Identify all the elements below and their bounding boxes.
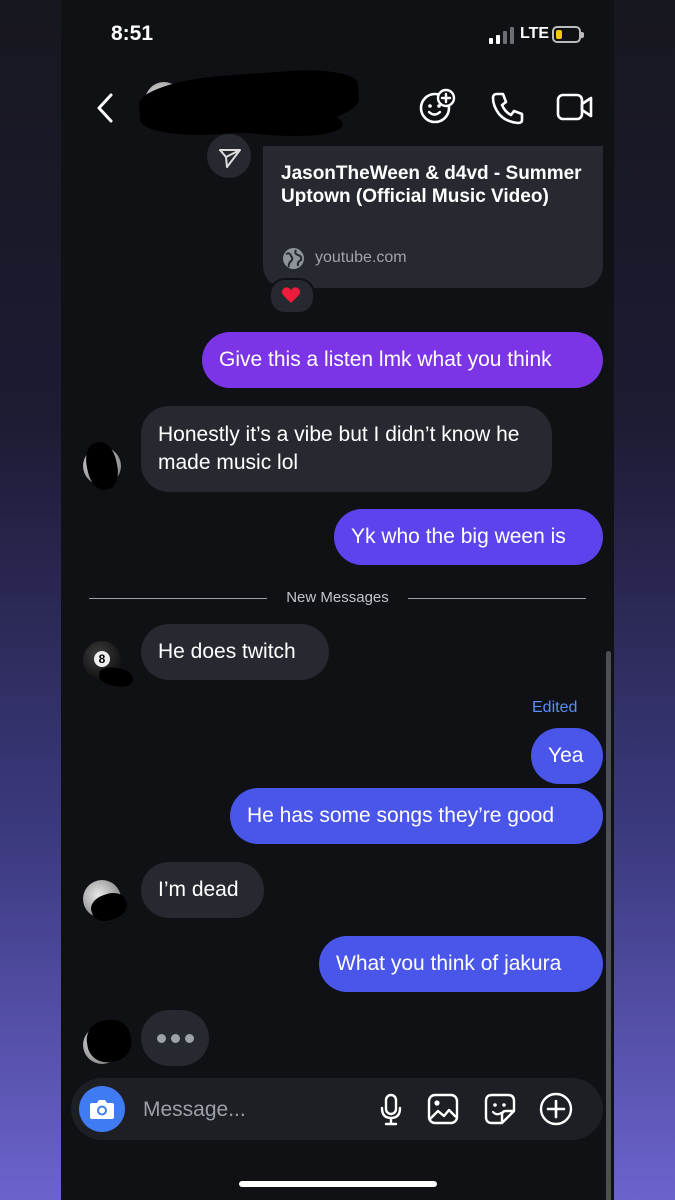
chevron-left-icon[interactable] [95, 92, 115, 124]
share-button[interactable] [207, 134, 251, 178]
redaction-scribble [97, 665, 135, 689]
image-icon[interactable] [427, 1093, 459, 1125]
edited-label: Edited [532, 699, 578, 716]
home-indicator[interactable] [239, 1181, 437, 1187]
link-url: youtube.com [315, 249, 407, 266]
message-sent[interactable]: He has some songs they’re good [230, 788, 603, 844]
globe-icon [283, 248, 304, 269]
paper-plane-icon [219, 149, 241, 168]
message-sent[interactable]: Give this a listen lmk what you think [202, 332, 603, 388]
scrollbar[interactable] [606, 651, 611, 1200]
redaction-scribble [82, 439, 122, 493]
phone-icon[interactable] [490, 90, 526, 126]
status-bar: 8:51 LTE [61, 0, 614, 70]
message-composer [71, 1078, 603, 1140]
message-input[interactable] [141, 1095, 345, 1125]
shared-link-card[interactable]: JasonTheWeen & d4vd - Summer Uptown (Off… [263, 146, 603, 288]
add-effect-icon[interactable] [418, 88, 456, 126]
message-received[interactable]: Honestly it’s a vibe but I didn’t know h… [141, 406, 552, 492]
video-camera-icon[interactable] [556, 92, 594, 122]
message-sent[interactable]: Yea [531, 728, 603, 784]
message-sent[interactable]: Yk who the big ween is [334, 509, 603, 565]
chat-header [61, 66, 614, 146]
sticker-icon[interactable] [484, 1093, 516, 1125]
camera-icon [90, 1100, 114, 1119]
battery-icon [552, 26, 584, 43]
new-messages-divider: New Messages [89, 588, 586, 608]
heart-icon [281, 287, 301, 303]
eight-ball-icon: 8 [94, 651, 110, 667]
camera-button[interactable] [79, 1086, 125, 1132]
phone-screen: 8:51 LTE JasonTheWeen & d4vd - Summer Up… [61, 0, 614, 1200]
network-label: LTE [520, 25, 550, 42]
heart-reaction[interactable] [269, 278, 315, 314]
status-time: 8:51 [111, 22, 154, 45]
signal-icon [489, 27, 514, 44]
microphone-icon[interactable] [379, 1093, 403, 1127]
link-title: JasonTheWeen & d4vd - Summer Uptown (Off… [281, 163, 582, 207]
message-thread[interactable]: JasonTheWeen & d4vd - Summer Uptown (Off… [61, 134, 614, 1200]
plus-icon[interactable] [539, 1092, 573, 1126]
message-sent[interactable]: What you think of jakura [319, 936, 603, 992]
message-received[interactable]: He does twitch [141, 624, 329, 680]
typing-indicator [141, 1010, 209, 1066]
message-received[interactable]: I’m dead [141, 862, 264, 918]
